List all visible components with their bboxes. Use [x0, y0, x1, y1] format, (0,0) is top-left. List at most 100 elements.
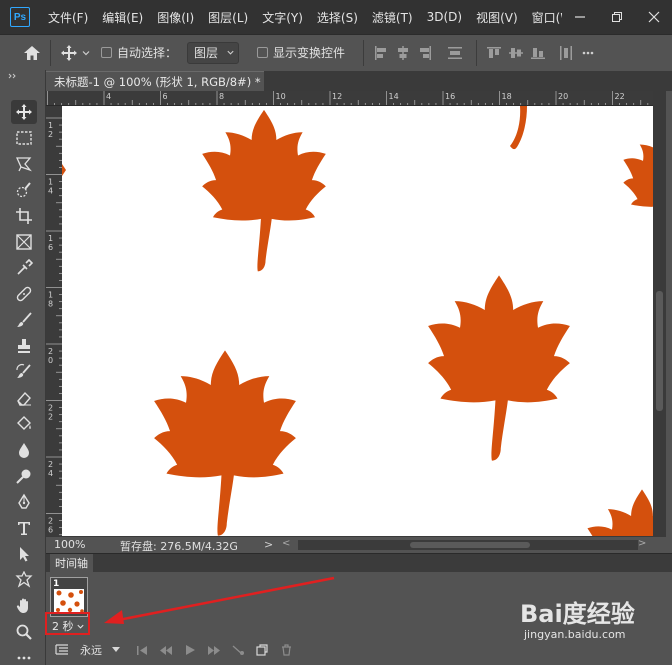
distribute-horizontal-button[interactable]	[555, 42, 577, 64]
timeline-tab[interactable]: 时间轴	[50, 554, 93, 572]
horizontal-scrollbar[interactable]	[298, 540, 638, 550]
maple-leaf-shape[interactable]	[623, 128, 653, 243]
delete-frame-button[interactable]	[274, 640, 298, 660]
pen-tool[interactable]	[11, 490, 37, 514]
menu-3d[interactable]: 3D(D)	[427, 10, 462, 24]
animation-frame[interactable]: 1	[50, 577, 88, 617]
paint-bucket-tool[interactable]	[11, 412, 37, 436]
move-tool[interactable]	[11, 100, 37, 124]
show-transform-checkbox[interactable]	[257, 47, 269, 58]
quick-selection-icon	[16, 182, 31, 198]
scroll-left-arrow[interactable]: <	[282, 538, 290, 549]
zoom-tool[interactable]	[11, 620, 37, 644]
more-options-button[interactable]	[577, 42, 599, 64]
menu-file[interactable]: 文件(F)	[48, 9, 88, 26]
close-button[interactable]	[644, 7, 664, 27]
tween-button[interactable]	[226, 640, 250, 660]
ruler-label: 1	[48, 178, 53, 187]
scrollbar-thumb[interactable]	[410, 542, 530, 548]
scroll-right-arrow[interactable]: >	[638, 538, 646, 549]
maple-leaf-shape[interactable]	[587, 489, 653, 536]
align-middle-button[interactable]	[505, 42, 527, 64]
menu-filter[interactable]: 滤镜(T)	[372, 9, 413, 26]
healing-brush-tool[interactable]	[11, 282, 37, 306]
path-selection-tool[interactable]	[11, 542, 37, 566]
caret-down-icon[interactable]	[112, 647, 120, 653]
zoom-level[interactable]: 100%	[54, 538, 85, 551]
timeline-menu-button[interactable]	[50, 640, 74, 660]
menu-image[interactable]: 图像(I)	[157, 9, 194, 26]
brush-icon	[17, 312, 32, 327]
auto-select-checkbox[interactable]	[101, 47, 112, 58]
eyedropper-tool[interactable]	[11, 256, 37, 280]
ruler-label: 22	[615, 92, 625, 101]
lasso-tool[interactable]	[11, 152, 37, 176]
auto-select-target-dropdown[interactable]: 图层	[187, 41, 240, 64]
type-tool[interactable]	[11, 516, 37, 540]
options-bar: 自动选择： 图层 显示变换控件	[0, 34, 672, 70]
duplicate-frame-button[interactable]	[250, 640, 274, 660]
chevron-down-icon[interactable]	[81, 48, 91, 58]
dodge-icon	[16, 469, 31, 484]
maple-leaf-shape[interactable]	[428, 275, 570, 461]
vertical-scrollbar[interactable]	[653, 91, 666, 536]
type-icon	[18, 522, 30, 535]
align-top-button[interactable]	[483, 42, 505, 64]
home-icon	[24, 45, 40, 60]
maple-leaf-shape[interactable]	[202, 109, 326, 272]
scrollbar-thumb[interactable]	[656, 291, 663, 411]
menu-edit[interactable]: 编辑(E)	[102, 9, 143, 26]
menu-type[interactable]: 文字(Y)	[262, 9, 303, 26]
menu-layer[interactable]: 图层(L)	[208, 9, 248, 26]
loop-options-value[interactable]: 永远	[80, 642, 102, 658]
lasso-icon	[15, 157, 32, 172]
dodge-tool[interactable]	[11, 464, 37, 488]
tween-icon	[232, 645, 244, 655]
custom-shape-tool[interactable]	[11, 568, 37, 592]
ruler-label: 20	[558, 92, 568, 101]
clone-stamp-tool[interactable]	[11, 334, 37, 358]
hand-tool[interactable]	[11, 594, 37, 618]
previous-frame-button[interactable]	[154, 640, 178, 660]
marquee-tool[interactable]	[11, 126, 37, 150]
eraser-tool[interactable]	[11, 386, 37, 410]
horizontal-ruler: 4681012141618202224	[46, 91, 653, 106]
ruler-label: 2	[48, 517, 53, 526]
crop-icon	[16, 208, 32, 224]
maple-leaf-shape[interactable]	[154, 350, 296, 536]
document-canvas[interactable]	[62, 106, 653, 536]
menu-select[interactable]: 选择(S)	[317, 9, 358, 26]
pen-icon	[18, 493, 30, 509]
blur-tool[interactable]	[11, 438, 37, 462]
document-tab[interactable]: 未标题-1 @ 100% (形状 1, RGB/8#) *	[46, 71, 264, 91]
menu-view[interactable]: 视图(V)	[476, 9, 518, 26]
status-menu-arrow[interactable]: >	[264, 538, 273, 551]
move-icon	[61, 44, 77, 61]
collapse-panel-icon[interactable]	[8, 72, 17, 82]
history-brush-tool[interactable]	[11, 360, 37, 384]
align-left-button[interactable]	[370, 42, 392, 64]
auto-select-label: 自动选择：	[117, 46, 178, 60]
minimize-button[interactable]	[570, 7, 590, 27]
brush-tool[interactable]	[11, 308, 37, 332]
play-button[interactable]	[178, 640, 202, 660]
move-tool-preset[interactable]	[57, 41, 81, 65]
ruler-label: 12	[332, 92, 342, 101]
maple-leaf-fragment	[62, 164, 66, 176]
maximize-button[interactable]	[607, 7, 627, 27]
quick-selection-tool[interactable]	[11, 178, 37, 202]
crop-tool[interactable]	[11, 204, 37, 228]
home-button[interactable]	[20, 41, 44, 65]
more-tools-button[interactable]	[11, 646, 37, 665]
frame-tool[interactable]	[11, 230, 37, 254]
restore-icon	[611, 12, 622, 22]
next-frame-button[interactable]	[202, 640, 226, 660]
marquee-icon	[16, 131, 32, 145]
stamp-icon	[18, 339, 30, 353]
align-bottom-button[interactable]	[527, 42, 549, 64]
align-right-button[interactable]	[414, 42, 436, 64]
ruler-label: 4	[48, 187, 53, 196]
first-frame-button[interactable]	[130, 640, 154, 660]
distribute-button[interactable]	[444, 42, 466, 64]
align-center-button[interactable]	[392, 42, 414, 64]
